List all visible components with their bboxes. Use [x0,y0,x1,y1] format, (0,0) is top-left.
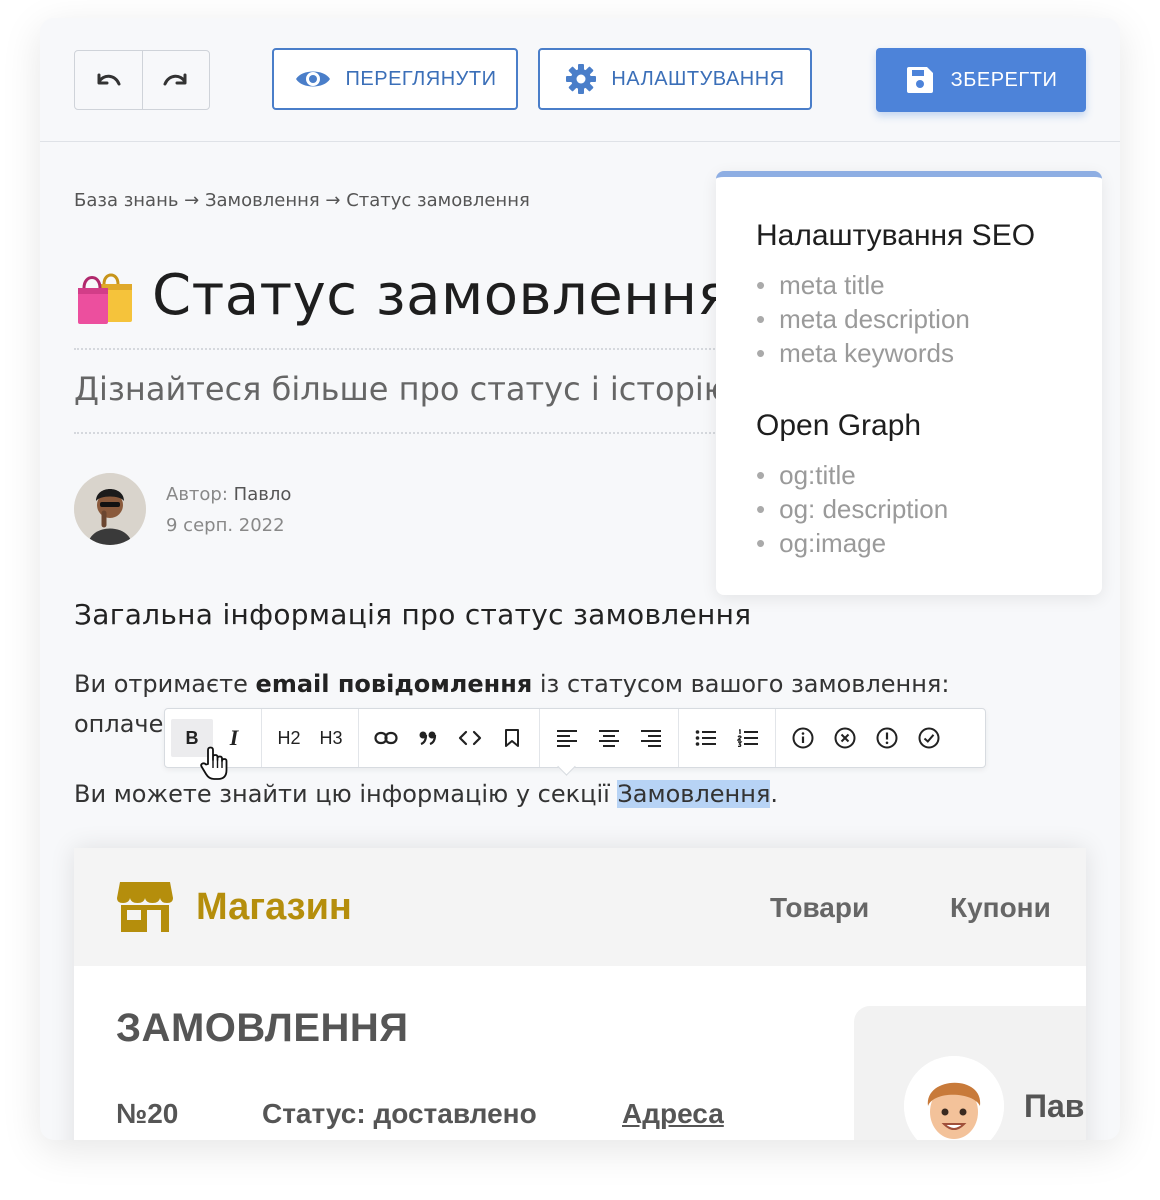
align-center-button[interactable] [588,719,630,757]
shopping-bags-icon [78,273,132,324]
error-callout-button[interactable] [824,719,866,757]
align-left-button[interactable] [546,719,588,757]
breadcrumb[interactable]: База знань → Замовлення → Статус замовле… [74,190,530,211]
h2-button[interactable]: H2 [268,719,310,757]
preview-label: ПЕРЕГЛЯНУТИ [345,67,497,90]
paragraph-email-line2[interactable]: оплаче [74,710,163,738]
para1-text-before: Ви отримаєте [74,670,256,698]
store-icon [117,882,173,932]
seo-item[interactable]: meta description [756,302,970,336]
undo-button[interactable] [75,51,142,109]
paragraph-orders[interactable]: Ви можете знайти цю інформацію у секції … [74,780,778,808]
success-callout-button[interactable] [908,719,950,757]
title-divider [74,348,734,350]
editor-card: ПЕРЕГЛЯНУТИ НАЛАШТУВАННЯ ЗБЕРЕГТИ База з… [40,18,1120,1140]
og-heading: Open Graph [756,409,922,442]
publish-date: 9 серп. 2022 [166,515,285,536]
link-button[interactable] [365,719,407,757]
redo-button[interactable] [141,51,210,109]
align-right-icon [641,730,661,747]
author-avatar [74,473,146,545]
order-address-link[interactable]: Адреса [622,1098,724,1130]
align-right-button[interactable] [630,719,672,757]
floppy-disk-icon [906,67,933,93]
seo-list: meta title meta description meta keyword… [756,268,970,370]
shop-nav-coupons[interactable]: Купони [950,892,1051,924]
page-title[interactable]: Статус замовлення [152,263,732,328]
subtitle-divider [74,432,734,434]
seo-item[interactable]: meta keywords [756,336,970,370]
numbered-list-button[interactable] [727,719,769,757]
warning-icon [876,727,898,749]
paragraph-email[interactable]: Ви отримаєте email повідомлення із стату… [74,670,949,698]
og-item[interactable]: og:title [756,458,948,492]
align-center-icon [599,730,619,747]
check-circle-icon [918,727,940,749]
seo-heading: Налаштування SEO [756,219,1036,252]
shop-logo: Магазин [116,880,352,934]
user-name: Пав [1024,1088,1085,1124]
para2-text-after: . [770,780,779,808]
code-icon [458,730,482,746]
eye-icon [295,71,330,87]
settings-button[interactable]: НАЛАШТУВАННЯ [538,48,812,110]
section-heading[interactable]: Загальна інформація про статус замовленн… [74,598,751,631]
redo-icon [163,73,187,86]
history-group [74,50,210,110]
quote-button[interactable] [407,719,449,757]
format-group-lists [679,709,776,767]
order-status: Статус: доставлено [262,1098,537,1129]
info-callout-button[interactable] [782,719,824,757]
undo-icon [97,73,121,86]
format-group-align [540,709,679,767]
numbered-list-icon [737,729,758,747]
gear-icon [566,64,597,94]
info-icon [792,727,814,749]
author-line: Автор: Павло [166,484,291,505]
settings-label: НАЛАШТУВАННЯ [611,67,785,90]
og-item[interactable]: og: description [756,492,948,526]
shop-header: Магазин Товари Купони [74,848,1086,966]
quote-icon [419,731,437,745]
bullet-list-icon [695,730,716,746]
author-name: Павло [233,484,292,505]
selected-text[interactable]: Замовлення [617,780,771,808]
h3-button[interactable]: H3 [310,719,352,757]
save-label: ЗБЕРЕГТИ [950,68,1058,91]
seo-item[interactable]: meta title [756,268,970,302]
para1-bold-text: email повідомлення [255,670,533,698]
og-item[interactable]: og:image [756,526,948,560]
page-subtitle[interactable]: Дізнайтеся більше про статус і історію [74,370,731,408]
bullet-list-button[interactable] [685,719,727,757]
bookmark-button[interactable] [491,719,533,757]
format-group-insert [359,709,540,767]
format-group-headings: H2 H3 [262,709,359,767]
shop-name: Магазин [196,885,352,928]
hand-cursor-icon [200,746,228,780]
bookmark-icon [505,729,519,747]
seo-settings-panel: Налаштування SEO meta title meta descrip… [716,171,1102,595]
order-number: №20 [116,1098,179,1129]
og-list: og:title og: description og:image [756,458,948,560]
editor-toolbar: ПЕРЕГЛЯНУТИ НАЛАШТУВАННЯ ЗБЕРЕГТИ [40,18,1120,142]
author-label: Автор: [166,484,228,505]
shop-nav-products[interactable]: Товари [770,892,869,924]
para1-text-after: із статусом вашого замовлення: [532,670,950,698]
shop-preview-image: Магазин Товари Купони ЗАМОВЛЕННЯ №20 Ста… [74,848,1086,1140]
format-toolbar: B I H2 H3 [164,708,986,768]
format-group-callouts [776,709,956,767]
align-left-icon [557,730,577,747]
link-icon [374,731,398,745]
code-button[interactable] [449,719,491,757]
title-row: Статус замовлення [74,263,732,328]
preview-button[interactable]: ПЕРЕГЛЯНУТИ [272,48,518,110]
para2-text-before: Ви можете знайти цю інформацію у секції [74,780,618,808]
close-circle-icon [834,727,856,749]
warning-callout-button[interactable] [866,719,908,757]
orders-heading: ЗАМОВЛЕННЯ [116,1006,409,1050]
save-button[interactable]: ЗБЕРЕГТИ [876,48,1086,112]
